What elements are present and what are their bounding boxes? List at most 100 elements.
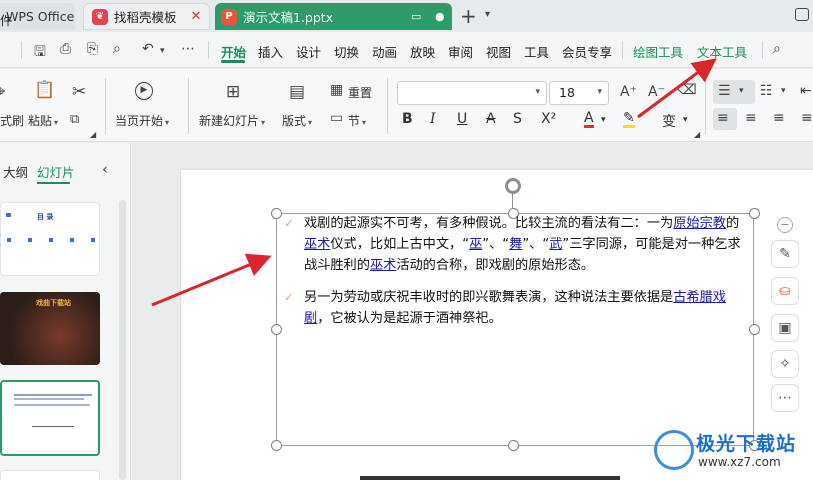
italic-icon[interactable]: I: [430, 111, 436, 127]
hyperlink[interactable]: 巫术: [304, 237, 330, 252]
menu-file[interactable]: 件: [0, 10, 13, 29]
undo-icon[interactable]: ↶: [142, 41, 154, 57]
font-color-dropdown-icon[interactable]: ▾: [601, 115, 606, 125]
menu-design[interactable]: 设计: [296, 42, 321, 61]
print-preview-icon[interactable]: ⌕: [113, 41, 121, 57]
layout-icon[interactable]: ▤: [289, 82, 305, 102]
underline-icon[interactable]: U: [457, 111, 467, 127]
format-painter-icon[interactable]: ⌖: [0, 82, 6, 102]
slide-thumbnail-2[interactable]: 戏曲下载站: [0, 292, 100, 365]
play-icon[interactable]: ▶: [135, 82, 153, 100]
tab-presentation[interactable]: P 演示文稿1.pptx ▭ ●: [215, 3, 452, 30]
chevron-down-icon[interactable]: ▾: [739, 86, 744, 96]
hyperlink[interactable]: 武: [549, 237, 562, 252]
menu-animation[interactable]: 动画: [372, 42, 397, 61]
hyperlink[interactable]: 舞: [509, 237, 522, 252]
menu-slideshow[interactable]: 放映: [410, 42, 435, 61]
hyperlink[interactable]: 原始宗教: [673, 216, 726, 231]
font-size-select[interactable]: 18 ▾: [549, 81, 609, 105]
slide-thumbnail-3-selected[interactable]: [0, 380, 100, 456]
collapse-panel-icon[interactable]: ‹: [102, 160, 108, 178]
align-left-icon[interactable]: ≡: [717, 110, 729, 126]
format-painter-label[interactable]: 式刷: [0, 112, 24, 129]
indent-icon[interactable]: ⇤: [800, 83, 812, 99]
export-icon[interactable]: ⎙: [60, 41, 71, 57]
font-color-icon[interactable]: A: [584, 111, 594, 128]
menu-view[interactable]: 视图: [486, 42, 511, 61]
effects-button[interactable]: ✧: [771, 350, 799, 378]
layout-button[interactable]: 版式 ▾: [282, 112, 312, 129]
paragraph-2[interactable]: 另一为劳动或庆祝丰收时的即兴歌舞表演，这种说法主要依据是古希腊戏剧，它被认为是起…: [304, 287, 749, 329]
tab-outline[interactable]: 大纲: [3, 162, 28, 181]
hyperlink[interactable]: 巫术: [370, 258, 396, 273]
tab-slides[interactable]: 幻灯片: [37, 162, 75, 181]
align-right-icon[interactable]: ≡: [773, 110, 785, 126]
tab-template[interactable]: ❦ 找稻壳模板 ✕: [83, 3, 210, 30]
resize-handle[interactable]: [271, 440, 282, 451]
menu-home[interactable]: 开始: [221, 42, 246, 61]
shadow-icon[interactable]: S: [513, 111, 522, 127]
from-current-slide-button[interactable]: 当页开始 ▾: [115, 112, 169, 129]
more-options-button[interactable]: ⋯: [771, 384, 799, 412]
reset-icon[interactable]: ▦: [330, 82, 343, 98]
resize-handle[interactable]: [749, 324, 760, 335]
dialog-launcher-icon[interactable]: ◢: [694, 130, 700, 139]
resize-handle[interactable]: [749, 208, 760, 219]
paste-icon[interactable]: 📋: [34, 80, 55, 100]
undo-dropdown-icon[interactable]: ▾: [160, 46, 165, 56]
menu-member[interactable]: 会员专享: [562, 42, 612, 61]
new-tab-icon[interactable]: +: [460, 6, 477, 26]
new-slide-icon[interactable]: ⊞: [226, 82, 240, 102]
section-button[interactable]: 节 ▾: [348, 112, 366, 129]
shape-style-button[interactable]: ✎: [771, 240, 799, 268]
panel-scrollbar[interactable]: [119, 200, 126, 480]
paragraph-1[interactable]: 戏剧的起源实不可考，有多种假说。比较主流的看法有二：一为原始宗教的巫术仪式，比如…: [304, 213, 749, 276]
menu-drawing-tools[interactable]: 绘图工具: [633, 42, 683, 61]
superscript-icon[interactable]: X²: [541, 111, 556, 127]
phonetic-dropdown-icon[interactable]: ▾: [683, 115, 688, 125]
print-icon[interactable]: ⎘: [87, 41, 98, 57]
hyperlink[interactable]: 巫: [469, 237, 482, 252]
restore-window-icon[interactable]: [795, 8, 809, 21]
rotate-handle[interactable]: [505, 178, 521, 194]
justify-icon[interactable]: ≡: [801, 110, 813, 126]
section-icon[interactable]: ▭: [330, 110, 343, 126]
menu-review[interactable]: 审阅: [448, 42, 473, 61]
highlight-icon[interactable]: ✎: [623, 111, 635, 128]
outline-button[interactable]: ▣: [771, 314, 799, 342]
font-name-select[interactable]: ▾: [397, 81, 547, 105]
dialog-launcher-icon[interactable]: ◢: [90, 130, 96, 139]
resize-handle[interactable]: [271, 324, 282, 335]
fill-button[interactable]: ⛀: [771, 277, 799, 305]
cut-icon[interactable]: ✂: [72, 82, 86, 102]
copy-icon[interactable]: ⧉: [70, 112, 79, 127]
menu-insert[interactable]: 插入: [258, 42, 283, 61]
resize-handle[interactable]: [508, 440, 519, 451]
monitor-icon[interactable]: ▭: [411, 10, 421, 23]
slide-thumbnail-4[interactable]: [0, 470, 100, 480]
paste-button[interactable]: 粘贴 ▾: [28, 112, 58, 129]
reset-button[interactable]: 重置: [348, 84, 372, 101]
search-icon[interactable]: ⌕: [773, 41, 781, 57]
resize-handle[interactable]: [271, 208, 282, 219]
numbered-list-icon[interactable]: ☷: [760, 83, 773, 99]
bullet-list-icon[interactable]: ☰: [718, 83, 731, 99]
clear-format-icon[interactable]: ⌫: [677, 82, 697, 98]
phonetic-icon[interactable]: 变: [662, 111, 676, 131]
chevron-down-icon[interactable]: ▾: [485, 9, 490, 20]
strikethrough-icon[interactable]: A: [486, 111, 496, 127]
chevron-down-icon[interactable]: ▾: [781, 86, 786, 96]
bold-icon[interactable]: B: [402, 111, 413, 127]
new-slide-button[interactable]: 新建幻灯片 ▾: [199, 112, 265, 129]
menu-transition[interactable]: 切换: [334, 42, 359, 61]
decrease-font-icon[interactable]: A⁻: [648, 84, 665, 100]
slide-thumbnail-1[interactable]: 目 录: [0, 202, 100, 276]
menu-text-tools[interactable]: 文本工具: [697, 42, 747, 61]
more-icon[interactable]: ⋯: [181, 41, 195, 57]
save-icon[interactable]: 🖫: [34, 41, 46, 65]
close-icon[interactable]: ✕: [189, 10, 203, 24]
align-center-icon[interactable]: ≡: [745, 110, 757, 126]
increase-font-icon[interactable]: A⁺: [620, 84, 637, 100]
collapse-toolbar-icon[interactable]: −: [777, 217, 793, 233]
menu-tools[interactable]: 工具: [524, 42, 549, 61]
